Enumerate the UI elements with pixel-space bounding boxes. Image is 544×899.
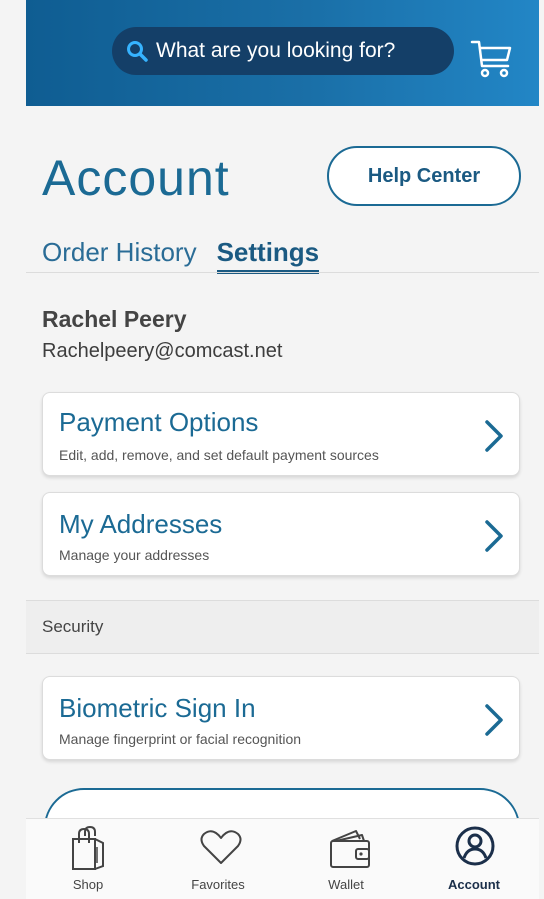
search-icon [127, 41, 148, 62]
user-email: Rachelpeery@comcast.net [42, 340, 283, 362]
nav-favorites[interactable]: Favorites [168, 819, 268, 899]
bottom-navigation: Shop Favorites Wallet Account [26, 818, 539, 899]
nav-shop-label: Shop [72, 877, 104, 892]
account-tabs: Order History Settings [42, 236, 339, 274]
biometric-sign-in-card[interactable]: Biometric Sign In Manage fingerprint or … [42, 676, 520, 760]
biometric-title: Biometric Sign In [59, 693, 256, 723]
payment-options-card[interactable]: Payment Options Edit, add, remove, and s… [42, 392, 520, 476]
shopping-bag-icon [72, 825, 104, 870]
biometric-subtitle: Manage fingerprint or facial recognition [59, 731, 302, 747]
nav-shop[interactable]: Shop [38, 819, 138, 899]
payment-options-title: Payment Options [59, 407, 259, 437]
cart-icon[interactable] [469, 34, 515, 80]
nav-account[interactable]: Account [424, 819, 524, 899]
tab-settings[interactable]: Settings [216, 236, 319, 274]
app-header: What are you looking for? [26, 0, 539, 106]
search-bar[interactable]: What are you looking for? [112, 27, 454, 75]
heart-icon [200, 830, 242, 864]
nav-favorites-label: Favorites [191, 877, 245, 892]
account-icon [455, 826, 495, 866]
security-label: Security [42, 617, 104, 636]
wallet-icon [330, 830, 370, 868]
nav-wallet[interactable]: Wallet [296, 819, 396, 899]
tab-order-history[interactable]: Order History [42, 236, 197, 268]
my-addresses-subtitle: Manage your addresses [59, 547, 210, 563]
chevron-right-icon [485, 420, 503, 452]
my-addresses-title: My Addresses [59, 509, 223, 539]
chevron-right-icon [485, 520, 503, 552]
nav-account-label: Account [448, 877, 500, 892]
user-name: Rachel Peery [42, 306, 187, 332]
nav-wallet-label: Wallet [328, 877, 364, 892]
help-center-button[interactable]: Help Center [327, 146, 521, 206]
payment-options-subtitle: Edit, add, remove, and set default payme… [59, 447, 379, 463]
search-placeholder: What are you looking for? [156, 39, 396, 62]
security-section-header: Security [26, 600, 539, 654]
tabs-divider [26, 272, 539, 273]
chevron-right-icon [485, 704, 503, 736]
page-title: Account [42, 150, 230, 206]
my-addresses-card[interactable]: My Addresses Manage your addresses [42, 492, 520, 576]
